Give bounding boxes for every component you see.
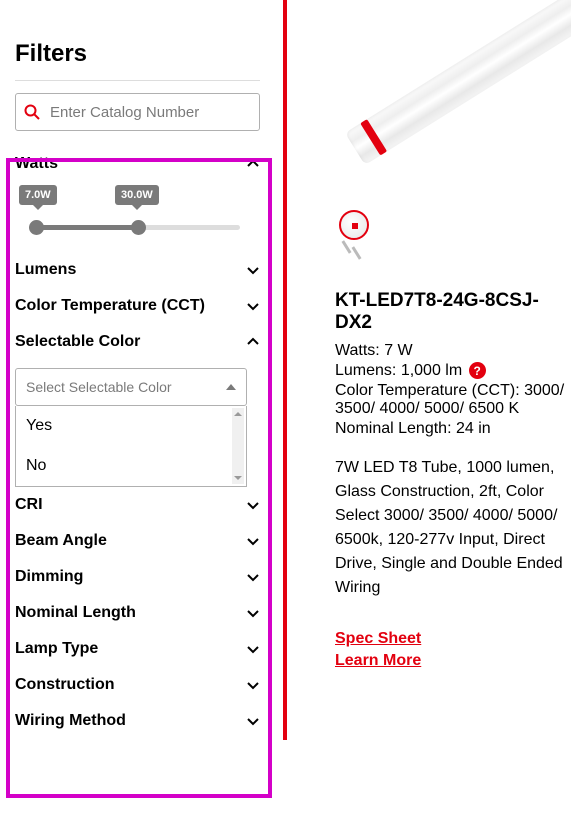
filter-header-cct[interactable]: Color Temperature (CCT) (15, 288, 260, 324)
filter-label: Color Temperature (CCT) (15, 297, 205, 315)
filter-label: Selectable Color (15, 333, 140, 351)
spec-length: Nominal Length: 24 in (335, 420, 571, 438)
filter-header-watts[interactable]: Watts (15, 146, 260, 182)
filter-label: Wiring Method (15, 712, 126, 730)
help-icon[interactable]: ? (469, 362, 486, 379)
selectable-color-dropdown: Yes No (15, 406, 247, 487)
product-image (335, 40, 555, 260)
product-sku: KT-LED7T8-24G-8CSJ-DX2 (335, 290, 571, 334)
filter-label: Beam Angle (15, 532, 107, 550)
spec-watts: Watts: 7 W (335, 342, 571, 360)
filter-header-construction[interactable]: Construction (15, 667, 260, 703)
chevron-down-icon (246, 570, 260, 584)
filters-title: Filters (15, 40, 280, 68)
filters-panel: Filters Watts 7.0W 30.0W (0, 0, 280, 823)
triangle-up-icon (226, 384, 236, 390)
catalog-search[interactable] (15, 93, 260, 131)
spec-lumens: Lumens: 1,000 lm ? (335, 362, 571, 380)
watts-slider[interactable]: 7.0W 30.0W (15, 182, 260, 252)
dropdown-option-no[interactable]: No (16, 446, 246, 486)
select-placeholder: Select Selectable Color (26, 379, 172, 395)
filter-label: Watts (15, 155, 58, 173)
spec-cct: Color Temperature (CCT): 3000/ 3500/ 400… (335, 382, 571, 418)
filter-label: Dimming (15, 568, 83, 586)
filter-label: Construction (15, 676, 115, 694)
chevron-down-icon (246, 263, 260, 277)
chevron-down-icon (246, 678, 260, 692)
chevron-down-icon (246, 299, 260, 313)
tube-cap (339, 210, 369, 240)
chevron-up-icon (246, 335, 260, 349)
spec-sheet-link[interactable]: Spec Sheet (335, 630, 571, 648)
chevron-down-icon (246, 642, 260, 656)
filter-header-dimming[interactable]: Dimming (15, 559, 260, 595)
filter-label: Lumens (15, 261, 76, 279)
chevron-down-icon (246, 606, 260, 620)
dropdown-scrollbar[interactable] (232, 408, 244, 484)
dropdown-option-yes[interactable]: Yes (16, 406, 246, 446)
slider-handle-min[interactable] (29, 220, 44, 235)
chevron-up-icon (246, 157, 260, 171)
search-icon (24, 104, 40, 120)
product-panel: KT-LED7T8-24G-8CSJ-DX2 Watts: 7 W Lumens… (280, 0, 571, 823)
filter-header-beam-angle[interactable]: Beam Angle (15, 523, 260, 559)
filter-header-selectable-color[interactable]: Selectable Color (15, 324, 260, 360)
product-links: Spec Sheet Learn More (335, 630, 571, 670)
filter-header-cri[interactable]: CRI (15, 487, 260, 523)
learn-more-link[interactable]: Learn More (335, 652, 571, 670)
divider (15, 80, 260, 81)
filter-header-wiring-method[interactable]: Wiring Method (15, 703, 260, 739)
filter-header-lamp-type[interactable]: Lamp Type (15, 631, 260, 667)
filter-header-lumens[interactable]: Lumens (15, 252, 260, 288)
catalog-search-input[interactable] (50, 104, 251, 121)
chevron-down-icon (246, 534, 260, 548)
slider-handle-max[interactable] (131, 220, 146, 235)
filter-label: Lamp Type (15, 640, 98, 658)
filter-label: CRI (15, 496, 43, 514)
slider-min-tooltip: 7.0W (19, 185, 57, 205)
selectable-color-select[interactable]: Select Selectable Color (15, 368, 247, 406)
product-description: 7W LED T8 Tube, 1000 lumen, Glass Constr… (335, 456, 571, 600)
chevron-down-icon (246, 498, 260, 512)
slider-max-tooltip: 30.0W (115, 185, 159, 205)
chevron-down-icon (246, 714, 260, 728)
slider-fill (30, 225, 138, 230)
filter-label: Nominal Length (15, 604, 136, 622)
filter-header-nominal-length[interactable]: Nominal Length (15, 595, 260, 631)
